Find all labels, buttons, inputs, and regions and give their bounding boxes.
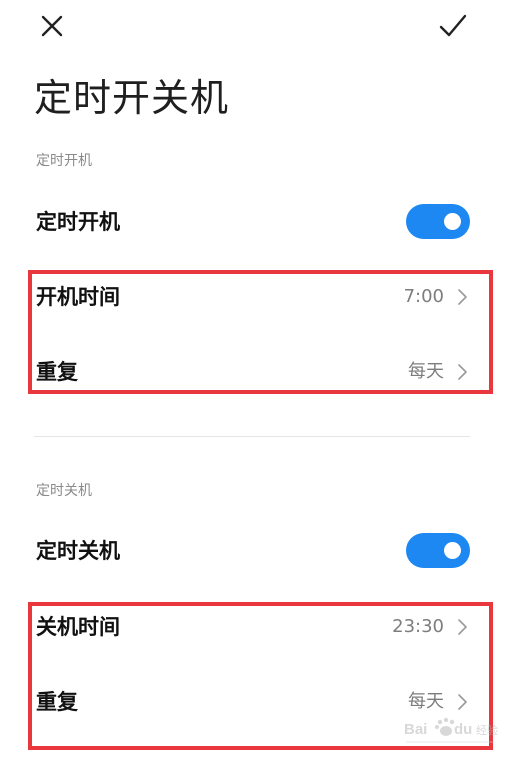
power-off-repeat-label: 重复 bbox=[36, 690, 78, 714]
baidu-watermark-logo: Bai du 经验 bbox=[404, 717, 498, 743]
power-off-toggle-row[interactable]: 定时关机 bbox=[0, 531, 526, 571]
confirm-button[interactable] bbox=[433, 6, 473, 46]
power-on-toggle-row[interactable]: 定时开机 bbox=[0, 202, 526, 242]
power-on-time-label: 开机时间 bbox=[36, 285, 120, 309]
power-off-time-row[interactable]: 关机时间 23:30 bbox=[0, 607, 526, 647]
chevron-right-icon bbox=[458, 694, 467, 710]
checkmark-icon bbox=[439, 14, 467, 37]
section-label-power-on: 定时开机 bbox=[36, 153, 92, 169]
page-title: 定时开关机 bbox=[34, 76, 230, 120]
chevron-right-icon bbox=[458, 619, 467, 635]
power-on-time-value: 7:00 bbox=[403, 286, 444, 307]
chevron-right-icon bbox=[458, 364, 467, 380]
svg-text:Bai: Bai bbox=[404, 721, 427, 738]
power-on-toggle[interactable] bbox=[406, 204, 470, 239]
svg-text:经验: 经验 bbox=[476, 723, 498, 737]
chevron-right-icon bbox=[458, 289, 467, 305]
toggle-knob bbox=[444, 542, 461, 559]
svg-text:du: du bbox=[454, 721, 472, 738]
close-icon bbox=[41, 15, 63, 37]
section-divider bbox=[34, 436, 470, 437]
power-off-time-value: 23:30 bbox=[392, 616, 444, 637]
section-label-power-off: 定时关机 bbox=[36, 483, 92, 499]
top-bar bbox=[0, 0, 526, 56]
power-off-toggle[interactable] bbox=[406, 533, 470, 568]
power-on-toggle-label: 定时开机 bbox=[36, 210, 120, 234]
power-on-repeat-row[interactable]: 重复 每天 bbox=[0, 352, 526, 392]
power-on-time-row[interactable]: 开机时间 7:00 bbox=[0, 277, 526, 317]
toggle-knob bbox=[444, 213, 461, 230]
close-button[interactable] bbox=[32, 6, 72, 46]
power-on-repeat-value: 每天 bbox=[408, 361, 444, 382]
power-on-repeat-label: 重复 bbox=[36, 360, 78, 384]
power-off-time-label: 关机时间 bbox=[36, 615, 120, 639]
power-off-toggle-label: 定时关机 bbox=[36, 539, 120, 563]
